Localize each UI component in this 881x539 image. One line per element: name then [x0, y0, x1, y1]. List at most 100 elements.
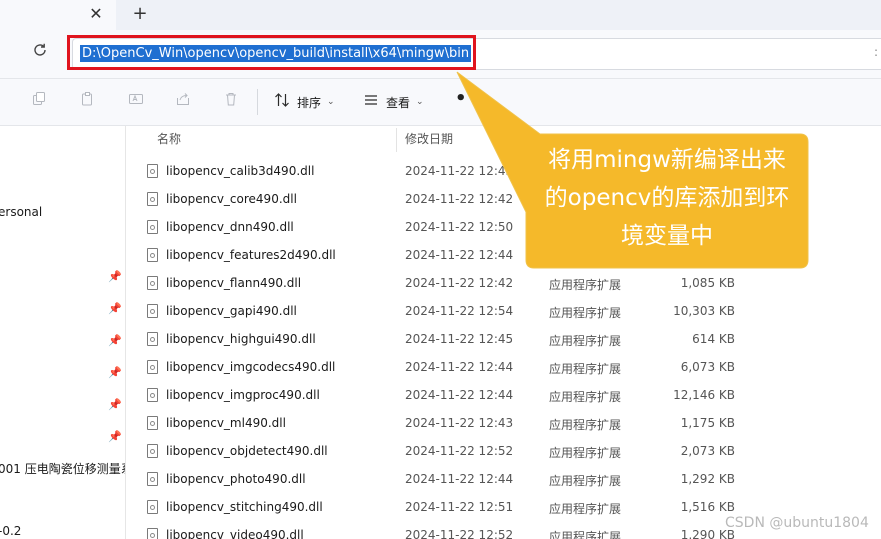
file-name: libopencv_imgcodecs490.dll — [166, 360, 336, 374]
dll-file-icon — [147, 444, 158, 458]
file-row[interactable]: libopencv_photo490.dll 2024-11-22 12:44 … — [126, 466, 881, 494]
nav-item-personal[interactable]: ersonal — [0, 205, 42, 219]
pin-icon: 📌 — [108, 366, 122, 379]
file-row[interactable]: libopencv_flann490.dll 2024-11-22 12:42 … — [126, 270, 881, 298]
file-size: 614 KB — [692, 332, 735, 346]
view-icon — [361, 92, 381, 112]
file-name: libopencv_gapi490.dll — [166, 304, 297, 318]
new-tab-icon[interactable]: + — [130, 3, 150, 25]
sort-button[interactable]: 排序 ⌄ — [272, 91, 335, 113]
view-label: 查看 — [386, 95, 411, 110]
dll-file-icon — [147, 388, 158, 402]
file-date: 2024-11-22 12:51 — [405, 500, 514, 514]
file-size: 6,073 KB — [680, 360, 735, 374]
file-date: 2024-11-22 12:43 — [405, 416, 514, 430]
file-date: 2024-11-22 12:52 — [405, 528, 514, 539]
nav-item-version[interactable]: -0.2 — [0, 524, 21, 538]
file-type: 应用程序扩展 — [549, 502, 622, 516]
file-type: 应用程序扩展 — [549, 278, 622, 292]
file-name: libopencv_objdetect490.dll — [166, 444, 328, 458]
file-size: 1,516 KB — [680, 500, 735, 514]
sort-icon — [272, 92, 292, 112]
file-date: 2024-11-22 12:44 — [405, 248, 514, 262]
nav-item-project[interactable]: 001 压电陶瓷位移测量系 — [0, 460, 125, 477]
file-size: 1,085 KB — [680, 276, 735, 290]
file-date: 2024-11-22 12:43 — [405, 164, 514, 178]
tab-strip: ✕ + — [0, 0, 881, 30]
file-date: 2024-11-22 12:44 — [405, 472, 514, 486]
dll-file-icon — [147, 528, 158, 539]
file-row[interactable]: libopencv_highgui490.dll 2024-11-22 12:4… — [126, 326, 881, 354]
dll-file-icon — [147, 192, 158, 206]
address-overflow-icon: : — [873, 45, 878, 59]
file-name: libopencv_video490.dll — [166, 528, 304, 539]
file-name: libopencv_features2d490.dll — [166, 248, 336, 262]
dll-file-icon — [147, 276, 158, 290]
sort-ascending-icon: ^ — [270, 126, 279, 133]
file-name: libopencv_dnn490.dll — [166, 220, 294, 234]
file-type: 应用程序扩展 — [549, 362, 622, 376]
file-size: 2,073 KB — [680, 444, 735, 458]
pin-icon: 📌 — [108, 430, 122, 443]
cut-icon[interactable] — [28, 91, 50, 113]
file-size: 12,146 KB — [673, 388, 735, 402]
file-row[interactable]: libopencv_imgproc490.dll 2024-11-22 12:4… — [126, 382, 881, 410]
share-icon[interactable] — [172, 91, 194, 113]
file-date: 2024-11-22 12:54 — [405, 304, 514, 318]
file-name: libopencv_imgproc490.dll — [166, 388, 320, 402]
file-name: libopencv_core490.dll — [166, 192, 297, 206]
file-name: libopencv_photo490.dll — [166, 472, 306, 486]
file-type: 应用程序扩展 — [549, 306, 622, 320]
file-name: libopencv_calib3d490.dll — [166, 164, 315, 178]
more-options-icon[interactable]: ••• — [455, 90, 492, 113]
file-date: 2024-11-22 12:50 — [405, 220, 514, 234]
callout-text: 将用mingw新编译出来 的opencv的库添加到环 境变量中 — [526, 134, 808, 268]
copy-icon[interactable] — [77, 91, 99, 113]
file-type: 应用程序扩展 — [549, 334, 622, 348]
file-name: libopencv_flann490.dll — [166, 276, 302, 290]
tab-current[interactable]: ✕ — [0, 0, 116, 30]
file-size: 10,303 KB — [673, 304, 735, 318]
delete-icon[interactable] — [220, 91, 242, 113]
column-header-date[interactable]: 修改日期 — [405, 126, 453, 152]
refresh-icon[interactable] — [29, 42, 51, 64]
file-row[interactable]: libopencv_objdetect490.dll 2024-11-22 12… — [126, 438, 881, 466]
file-name: libopencv_highgui490.dll — [166, 332, 316, 346]
file-type: 应用程序扩展 — [549, 390, 622, 404]
view-button[interactable]: 查看 ⌄ — [361, 91, 424, 113]
dll-file-icon — [147, 332, 158, 346]
tab-close-icon[interactable]: ✕ — [88, 4, 104, 24]
callout-line: 将用mingw新编译出来 — [548, 147, 786, 173]
pin-icon: 📌 — [108, 398, 122, 411]
file-size: 1,290 KB — [680, 528, 735, 539]
dll-file-icon — [147, 472, 158, 486]
navigation-pane: ersonal 📌 📌 📌 📌 📌 📌 001 压电陶瓷位移测量系 -0.2 — [0, 126, 126, 539]
file-date: 2024-11-22 12:44 — [405, 388, 514, 402]
column-header-name[interactable]: 名称 — [157, 126, 181, 152]
watermark: CSDN @ubuntu1804 — [725, 515, 869, 531]
pin-icon: 📌 — [108, 334, 122, 347]
dll-file-icon — [147, 164, 158, 178]
file-date: 2024-11-22 12:42 — [405, 192, 514, 206]
rename-icon[interactable] — [125, 91, 147, 113]
file-row[interactable]: libopencv_gapi490.dll 2024-11-22 12:54 应… — [126, 298, 881, 326]
file-date: 2024-11-22 12:44 — [405, 360, 514, 374]
dll-file-icon — [147, 248, 158, 262]
chevron-down-icon: ⌄ — [327, 97, 335, 107]
file-name: libopencv_stitching490.dll — [166, 500, 323, 514]
chevron-down-icon: ⌄ — [416, 97, 424, 107]
dll-file-icon — [147, 500, 158, 514]
command-bar: 排序 ⌄ 查看 ⌄ ••• — [0, 79, 881, 126]
file-row[interactable]: libopencv_imgcodecs490.dll 2024-11-22 12… — [126, 354, 881, 382]
dll-file-icon — [147, 416, 158, 430]
file-type: 应用程序扩展 — [549, 530, 622, 539]
file-row[interactable]: libopencv_ml490.dll 2024-11-22 12:43 应用程… — [126, 410, 881, 438]
file-name: libopencv_ml490.dll — [166, 416, 286, 430]
file-type: 应用程序扩展 — [549, 418, 622, 432]
sort-label: 排序 — [297, 95, 322, 110]
dll-file-icon — [147, 360, 158, 374]
file-date: 2024-11-22 12:42 — [405, 276, 514, 290]
file-date: 2024-11-22 12:52 — [405, 444, 514, 458]
dll-file-icon — [147, 220, 158, 234]
file-size: 1,175 KB — [680, 416, 735, 430]
